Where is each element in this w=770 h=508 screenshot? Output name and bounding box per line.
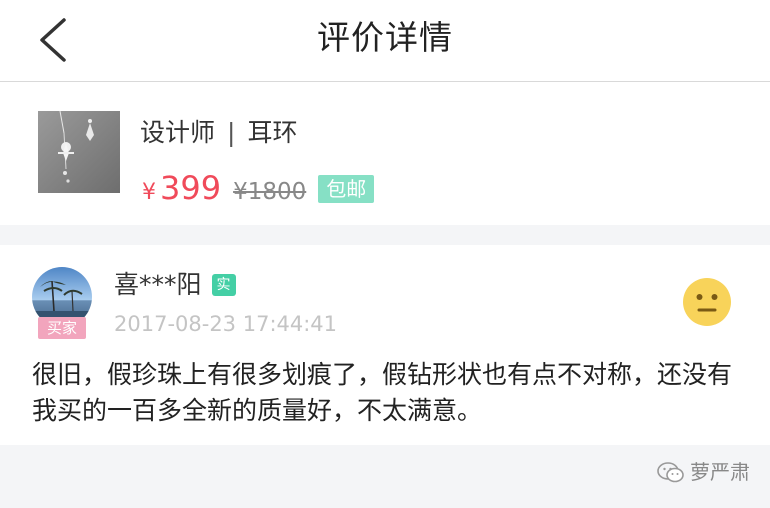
buyer-tag: 买家 bbox=[38, 317, 86, 339]
wechat-icon bbox=[657, 462, 684, 483]
earring-image bbox=[38, 111, 120, 193]
watermark-text: 萝严肃 bbox=[690, 460, 750, 484]
page-title: 评价详情 bbox=[317, 18, 453, 57]
navigation-bar: 评价详情 bbox=[0, 0, 770, 82]
product-name: 设计师 | 耳环 bbox=[140, 115, 297, 151]
product-designer: 设计师 bbox=[140, 118, 216, 147]
watermark: 萝严肃 bbox=[656, 458, 750, 486]
review-timestamp: 2017-08-23 17:44:41 bbox=[114, 312, 338, 336]
reviewer-name: 喜***阳实 bbox=[114, 267, 236, 303]
reviewer-username: 喜***阳 bbox=[114, 270, 202, 299]
free-shipping-badge: 包邮 bbox=[318, 175, 375, 203]
current-price: 399 bbox=[160, 169, 222, 207]
bottom-area bbox=[0, 445, 770, 508]
product-card[interactable]: 设计师 | 耳环 ¥399 ¥1800 包邮 bbox=[0, 83, 770, 225]
review-content: 很旧，假珍珠上有很多划痕了，假钻形状也有点不对称，还没有我买的一百多全新的质量好… bbox=[32, 360, 733, 425]
price-row: ¥399 ¥1800 包邮 bbox=[142, 169, 375, 207]
review-card: 买家 喜***阳实 2017-08-23 17:44:41 很旧，假珍珠上有很多… bbox=[0, 245, 770, 445]
currency-symbol: ¥ bbox=[142, 180, 156, 205]
product-thumbnail[interactable] bbox=[38, 111, 120, 193]
rating-mood bbox=[682, 277, 732, 327]
reviewer-avatar-group: 买家 bbox=[32, 267, 92, 339]
product-category: 耳环 bbox=[247, 118, 298, 147]
name-separator: | bbox=[227, 118, 236, 147]
neutral-face-icon bbox=[683, 278, 731, 326]
original-price: ¥1800 bbox=[233, 179, 307, 205]
section-divider bbox=[0, 225, 770, 245]
verified-badge: 实 bbox=[211, 274, 236, 296]
